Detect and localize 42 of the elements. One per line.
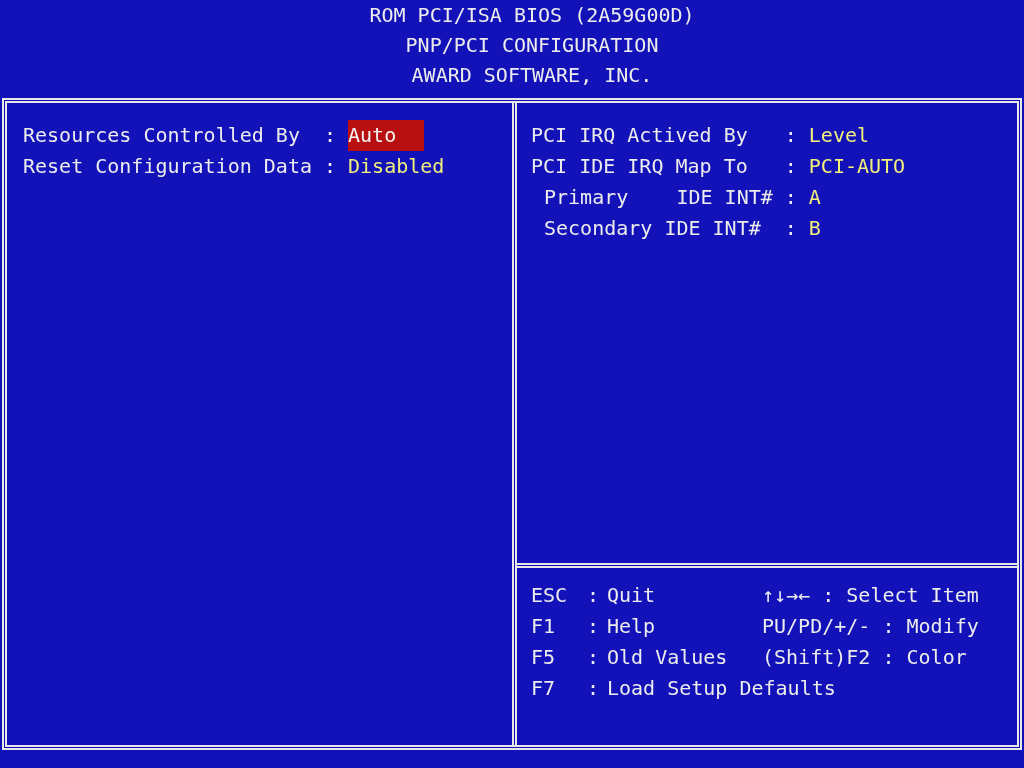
setting-value[interactable]: Disabled: [348, 151, 449, 182]
separator: :: [784, 122, 797, 149]
setting-value[interactable]: B: [808, 213, 825, 244]
header-title: AWARD SOFTWARE, INC.: [411, 62, 653, 89]
separator: :: [784, 215, 797, 242]
key-label: (Shift)F2: [762, 645, 871, 669]
key-action: Color: [906, 645, 967, 669]
header-title: PNP/PCI CONFIGURATION: [405, 32, 659, 59]
setting-label: Secondary IDE INT#: [543, 215, 762, 242]
separator: :: [784, 184, 797, 211]
header-title: ROM PCI/ISA BIOS (2A59G00D): [369, 2, 695, 29]
key-label: ESC: [531, 582, 568, 609]
key-label: F7: [531, 675, 556, 702]
separator: :: [587, 582, 600, 609]
key-action: Old Values: [607, 644, 728, 671]
setting-value[interactable]: PCI-AUTO: [808, 151, 910, 182]
key-action: Modify: [906, 614, 979, 638]
key-action: Help: [607, 613, 656, 640]
separator: :: [822, 583, 835, 607]
setting-value[interactable]: A: [808, 182, 825, 213]
key-action: Quit: [607, 582, 656, 609]
setting-label: Reset Configuration Data: [23, 153, 312, 180]
key-action: Select Item: [846, 583, 979, 607]
separator: :: [784, 153, 797, 180]
separator: :: [587, 675, 600, 702]
separator: :: [587, 613, 600, 640]
separator: :: [587, 644, 600, 671]
separator: :: [882, 645, 895, 669]
key-label: F1: [531, 613, 556, 640]
separator: :: [882, 614, 895, 638]
setting-label: PCI IRQ Actived By: [531, 122, 749, 149]
setting-label: PCI IDE IRQ Map To: [531, 153, 749, 180]
separator: :: [324, 122, 337, 149]
key-label: PU/PD/+/-: [762, 614, 871, 638]
setting-value[interactable]: Auto: [348, 120, 425, 151]
setting-label: Resources Controlled By: [23, 122, 301, 149]
separator: :: [324, 153, 337, 180]
setting-label: Primary IDE INT#: [543, 184, 773, 211]
setting-value[interactable]: Level: [808, 120, 874, 151]
key-label: ↑↓→←: [762, 583, 811, 607]
key-label: F5: [531, 644, 556, 671]
key-action: Load Setup Defaults: [607, 675, 836, 702]
